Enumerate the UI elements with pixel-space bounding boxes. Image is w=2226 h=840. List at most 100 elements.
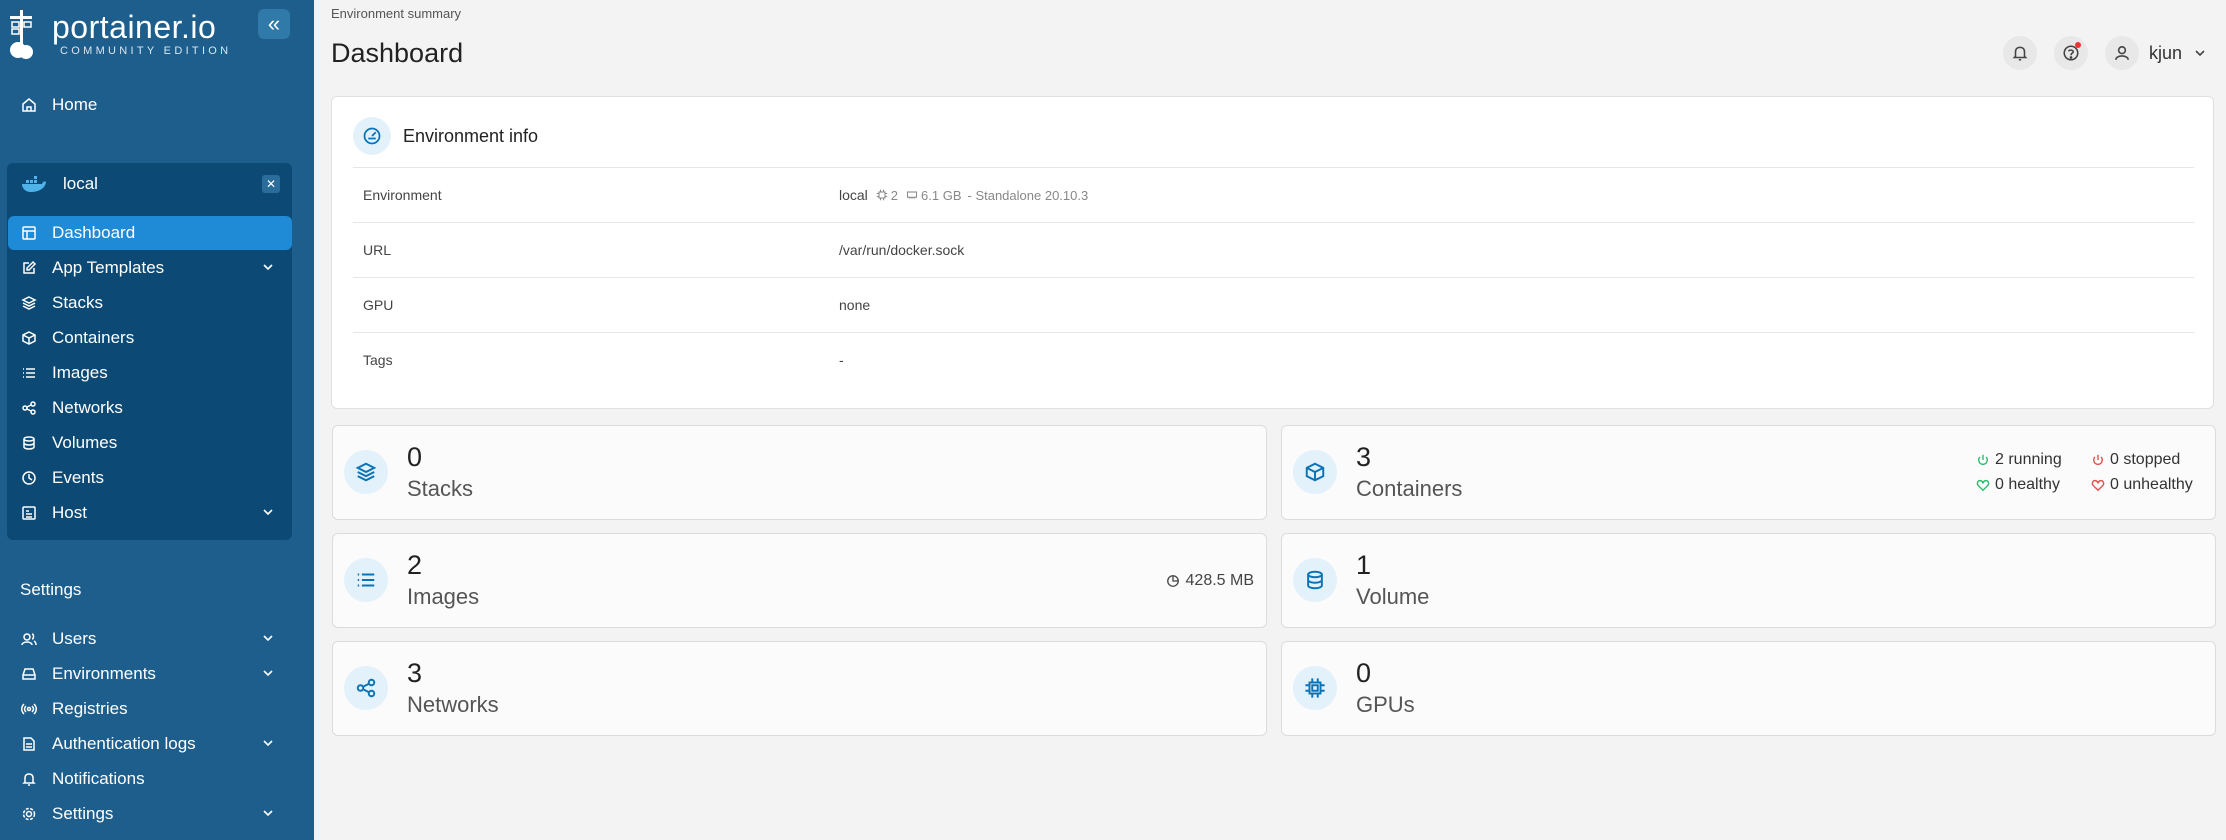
containers-count: 3 [1356, 442, 1372, 472]
sidebar-item-label: Registries [52, 699, 128, 718]
info-row-environment: Environment local 2 6.1 GB - Standalone … [353, 167, 2194, 222]
stacks-count: 0 [407, 442, 423, 472]
unhealthy-status: 0 unhealthy [2091, 476, 2193, 494]
containers-card[interactable]: 3 Containers 2 running 0 stopped 0 healt… [1281, 425, 2216, 520]
sidebar-item-label: Dashboard [52, 223, 136, 242]
database-icon [1293, 558, 1337, 602]
notifications-button[interactable] [2002, 36, 2037, 70]
sidebar-item-registries[interactable]: Registries [8, 692, 292, 726]
sidebar-item-environments[interactable]: Environments [8, 657, 292, 691]
layers-icon [344, 450, 388, 494]
running-status: 2 running [1976, 451, 2062, 469]
chevron-down-icon [263, 509, 273, 516]
info-row-tags: Tags - [353, 332, 2194, 387]
chevron-down-icon [263, 635, 273, 642]
stacks-card[interactable]: 0 Stacks [332, 425, 1267, 520]
edit-icon [20, 259, 38, 277]
images-label: Images [407, 584, 480, 609]
bell-icon [20, 770, 38, 788]
breadcrumb: Environment summary [331, 6, 462, 21]
header-actions: kjun [1986, 36, 2208, 70]
sidebar-item-label: Authentication logs [52, 734, 196, 753]
gpus-card[interactable]: 0 GPUs [1281, 641, 2216, 736]
double-chevron-left-icon: « [267, 11, 281, 36]
gauge-icon [353, 117, 391, 155]
images-size: 428.5 MB [1166, 572, 1254, 590]
memory-icon [907, 191, 918, 199]
share-icon [20, 399, 38, 417]
memory-size: 6.1 GB [921, 187, 962, 203]
box-icon [1293, 450, 1337, 494]
gpu-value: none [839, 297, 871, 313]
heart-icon [2091, 479, 2105, 492]
sidebar-item-label: Networks [52, 398, 123, 417]
environment-info-card: Environment info Environment local 2 6.1… [331, 96, 2214, 409]
info-key: Environment [363, 187, 442, 203]
sidebar-item-label: Environments [52, 664, 156, 683]
sidebar-item-label: Volumes [52, 433, 118, 452]
images-card[interactable]: 2 Images 428.5 MB [332, 533, 1267, 628]
sidebar-item-label: Containers [52, 328, 135, 347]
sidebar-item-events[interactable]: Events [8, 461, 292, 495]
pie-chart-icon [1166, 575, 1179, 587]
docker-icon [21, 175, 47, 193]
users-icon [20, 630, 38, 648]
sidebar-item-host[interactable]: Host [8, 496, 292, 530]
hdd-icon [20, 665, 38, 683]
sidebar-item-label: Settings [52, 804, 114, 823]
containers-label: Containers [1356, 476, 1463, 501]
sidebar-item-label: Notifications [52, 769, 145, 788]
sidebar-item-label: Host [52, 503, 87, 522]
sidebar-item-containers[interactable]: Containers [8, 321, 292, 355]
sidebar: portainer.io COMMUNITY EDITION « Home lo… [0, 0, 314, 840]
user-avatar[interactable] [2104, 36, 2139, 70]
sidebar-item-dashboard[interactable]: Dashboard [8, 216, 292, 250]
box-icon [20, 329, 38, 347]
bell-icon [2012, 46, 2028, 61]
user-icon [2114, 46, 2129, 60]
list-icon [344, 558, 388, 602]
settings-heading: Settings [20, 580, 82, 599]
sidebar-item-home[interactable]: Home [8, 88, 292, 122]
list-icon [20, 364, 38, 382]
sidebar-item-app-templates[interactable]: App Templates [8, 251, 292, 285]
chevron-down-icon [263, 810, 273, 817]
radio-icon [20, 700, 38, 718]
home-icon [20, 96, 38, 114]
help-button[interactable] [2053, 36, 2088, 70]
close-icon: ✕ [265, 177, 277, 191]
sidebar-item-stacks[interactable]: Stacks [8, 286, 292, 320]
tags-value: - [839, 352, 844, 368]
user-name[interactable]: kjun [2149, 43, 2182, 64]
collapse-sidebar-button[interactable]: « [258, 9, 290, 39]
sidebar-item-authentication-logs[interactable]: Authentication logs [8, 727, 292, 761]
sidebar-item-images[interactable]: Images [8, 356, 292, 390]
layers-icon [20, 294, 38, 312]
healthy-status: 0 healthy [1976, 476, 2060, 494]
close-environment-button[interactable]: ✕ [262, 175, 280, 193]
share-icon [344, 666, 388, 710]
chevron-down-icon [263, 740, 273, 747]
chevron-down-icon [263, 264, 273, 271]
dashboard-icon [20, 224, 38, 242]
sidebar-item-volumes[interactable]: Volumes [8, 426, 292, 460]
volumes-count: 1 [1356, 550, 1372, 580]
clock-icon [20, 469, 38, 487]
images-count: 2 [407, 550, 423, 580]
cpu-count: 2 [890, 187, 899, 203]
portainer-logo[interactable]: portainer.io COMMUNITY EDITION [6, 6, 231, 62]
sidebar-item-users[interactable]: Users [8, 622, 292, 656]
sidebar-item-networks[interactable]: Networks [8, 391, 292, 425]
networks-card[interactable]: 3 Networks [332, 641, 1267, 736]
heart-icon [1976, 479, 1990, 492]
gear-icon [20, 805, 38, 823]
portainer-logo-icon [6, 6, 46, 62]
chevron-down-icon[interactable] [2192, 45, 2208, 61]
info-key: URL [363, 242, 392, 258]
info-row-url: URL /var/run/docker.sock [353, 222, 2194, 277]
sidebar-item-settings[interactable]: Settings [8, 797, 292, 831]
environment-value: local [839, 187, 868, 203]
volumes-card[interactable]: 1 Volume [1281, 533, 2216, 628]
sidebar-item-notifications[interactable]: Notifications [8, 762, 292, 796]
power-icon [2093, 454, 2103, 466]
